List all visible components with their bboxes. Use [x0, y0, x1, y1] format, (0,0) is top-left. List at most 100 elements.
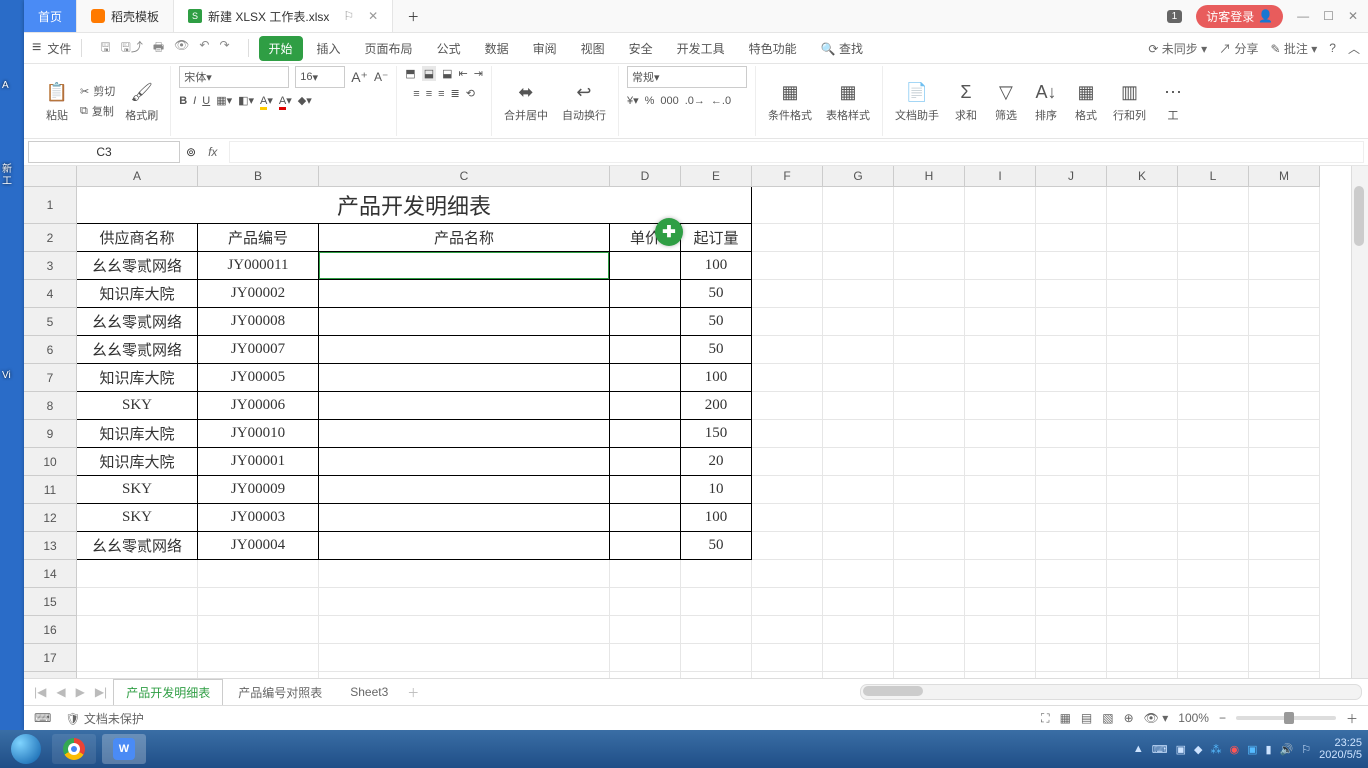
cell-I13[interactable]	[965, 532, 1036, 560]
cell-E18[interactable]	[681, 672, 752, 679]
rowcol-button[interactable]: ▥行和列	[1109, 79, 1150, 123]
col-header-H[interactable]: H	[894, 166, 965, 187]
cell-B9[interactable]: JY00010	[198, 420, 319, 448]
formula-input[interactable]	[229, 141, 1364, 163]
comma-icon[interactable]: 000	[660, 95, 678, 107]
row-header-10[interactable]: 10	[24, 448, 77, 476]
cell-K9[interactable]	[1107, 420, 1178, 448]
cell-K14[interactable]	[1107, 560, 1178, 588]
cell-F9[interactable]	[752, 420, 823, 448]
cell-L11[interactable]	[1178, 476, 1249, 504]
reading-mode-icon[interactable]: ⊕	[1124, 711, 1134, 725]
cell-L6[interactable]	[1178, 336, 1249, 364]
cell-E3[interactable]: 100	[681, 252, 752, 280]
cell-J15[interactable]	[1036, 588, 1107, 616]
cell-G13[interactable]	[823, 532, 894, 560]
cell-L9[interactable]	[1178, 420, 1249, 448]
col-header-F[interactable]: F	[752, 166, 823, 187]
cell-H5[interactable]	[894, 308, 965, 336]
cell-A17[interactable]	[77, 644, 198, 672]
cell-J2[interactable]	[1036, 224, 1107, 252]
view-break-icon[interactable]: ▧	[1102, 711, 1113, 725]
cell-M1[interactable]	[1249, 187, 1320, 224]
cell-I17[interactable]	[965, 644, 1036, 672]
cell-D6[interactable]	[610, 336, 681, 364]
cell-F16[interactable]	[752, 616, 823, 644]
tab-document[interactable]: S 新建 XLSX 工作表.xlsx ⚐ ✕	[174, 0, 393, 32]
cell-G15[interactable]	[823, 588, 894, 616]
cell-L13[interactable]	[1178, 532, 1249, 560]
cell-K6[interactable]	[1107, 336, 1178, 364]
tray-icon[interactable]: ◉	[1230, 743, 1240, 756]
cell-G2[interactable]	[823, 224, 894, 252]
dec-decimal-icon[interactable]: ←.0	[711, 95, 731, 107]
cell-H12[interactable]	[894, 504, 965, 532]
cell-J6[interactable]	[1036, 336, 1107, 364]
cell-E7[interactable]: 100	[681, 364, 752, 392]
col-header-E[interactable]: E	[681, 166, 752, 187]
save-icon[interactable]: 🖫	[100, 38, 110, 59]
cell-D16[interactable]	[610, 616, 681, 644]
cell-G5[interactable]	[823, 308, 894, 336]
sheet-nav-first-icon[interactable]: |◀	[30, 685, 50, 699]
filter-button[interactable]: ▽筛选	[989, 79, 1023, 123]
cell-C9[interactable]	[319, 420, 610, 448]
zoom-out-icon[interactable]: −	[1219, 711, 1226, 725]
cell-K5[interactable]	[1107, 308, 1178, 336]
cell-B18[interactable]	[198, 672, 319, 679]
cell-J17[interactable]	[1036, 644, 1107, 672]
row-header-7[interactable]: 7	[24, 364, 77, 392]
cell-D11[interactable]	[610, 476, 681, 504]
align-left-icon[interactable]: ≡	[413, 88, 419, 100]
cell-G8[interactable]	[823, 392, 894, 420]
cell-K4[interactable]	[1107, 280, 1178, 308]
cell-M9[interactable]	[1249, 420, 1320, 448]
cell-B5[interactable]: JY00008	[198, 308, 319, 336]
cell-C10[interactable]	[319, 448, 610, 476]
cell-M5[interactable]	[1249, 308, 1320, 336]
cell-A4[interactable]: 知识库大院	[77, 280, 198, 308]
cell-J13[interactable]	[1036, 532, 1107, 560]
cell-L18[interactable]	[1178, 672, 1249, 679]
cell-H15[interactable]	[894, 588, 965, 616]
wrap-text-button[interactable]: ↩自动换行	[558, 79, 610, 123]
cell-J11[interactable]	[1036, 476, 1107, 504]
tray-network-icon[interactable]: ▮	[1266, 743, 1272, 756]
cell-H9[interactable]	[894, 420, 965, 448]
cell-J3[interactable]	[1036, 252, 1107, 280]
doc-helper-button[interactable]: 📄文档助手	[891, 79, 943, 123]
cell-C12[interactable]	[319, 504, 610, 532]
format-button[interactable]: ▦格式	[1069, 79, 1103, 123]
cell-J7[interactable]	[1036, 364, 1107, 392]
cell-C3[interactable]	[319, 252, 610, 280]
name-box[interactable]: C3	[28, 141, 180, 163]
cell-H3[interactable]	[894, 252, 965, 280]
cell-F3[interactable]	[752, 252, 823, 280]
start-button[interactable]	[6, 734, 46, 764]
cell-K11[interactable]	[1107, 476, 1178, 504]
col-header-I[interactable]: I	[965, 166, 1036, 187]
cell-C14[interactable]	[319, 560, 610, 588]
tray-bluetooth-icon[interactable]: ⁂	[1211, 743, 1222, 756]
tab-pin-icon[interactable]: ⚐	[343, 9, 354, 23]
cell-M6[interactable]	[1249, 336, 1320, 364]
cell-B16[interactable]	[198, 616, 319, 644]
cell-G9[interactable]	[823, 420, 894, 448]
cell-I9[interactable]	[965, 420, 1036, 448]
cell-B4[interactable]: JY00002	[198, 280, 319, 308]
cell-G11[interactable]	[823, 476, 894, 504]
row-header-14[interactable]: 14	[24, 560, 77, 588]
cell-M12[interactable]	[1249, 504, 1320, 532]
cell-G7[interactable]	[823, 364, 894, 392]
cell-M18[interactable]	[1249, 672, 1320, 679]
align-justify-icon[interactable]: ≣	[451, 87, 460, 100]
row-header-18[interactable]: 18	[24, 672, 77, 679]
cell-L4[interactable]	[1178, 280, 1249, 308]
menu-devtools[interactable]: 开发工具	[667, 36, 735, 61]
col-header-G[interactable]: G	[823, 166, 894, 187]
cell-H8[interactable]	[894, 392, 965, 420]
cell-J8[interactable]	[1036, 392, 1107, 420]
comment-button[interactable]: ✎ 批注 ▾	[1271, 40, 1318, 57]
cell-K7[interactable]	[1107, 364, 1178, 392]
row-header-8[interactable]: 8	[24, 392, 77, 420]
